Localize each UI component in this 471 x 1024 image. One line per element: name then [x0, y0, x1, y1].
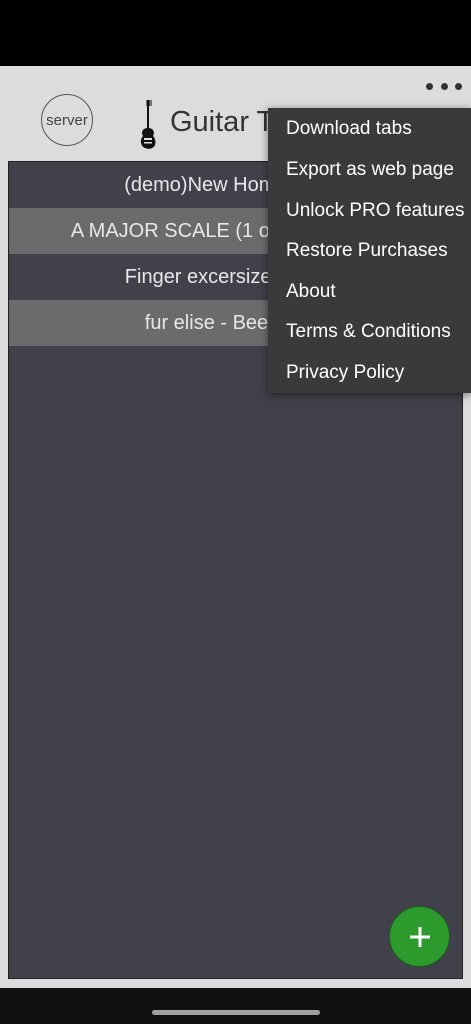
home-indicator[interactable] [152, 1010, 320, 1015]
status-bar [0, 0, 471, 66]
menu-item-privacy-policy[interactable]: Privacy Policy [286, 362, 404, 384]
add-tab-button[interactable] [389, 906, 450, 967]
menu-item-restore-purchases[interactable]: Restore Purchases [286, 240, 448, 262]
menu-item-terms[interactable]: Terms & Conditions [286, 321, 451, 343]
menu-item-unlock-pro[interactable]: Unlock PRO features [286, 200, 464, 222]
server-button-label: server [46, 111, 88, 129]
menu-item-about[interactable]: About [286, 281, 336, 303]
plus-icon [409, 926, 430, 947]
menu-item-download-tabs[interactable]: Download tabs [286, 118, 412, 140]
home-indicator-area [0, 988, 471, 1024]
server-button[interactable]: server [41, 94, 93, 146]
guitar-icon [140, 100, 156, 149]
overflow-menu: Download tabs Export as web page Unlock … [268, 108, 471, 393]
more-options-icon[interactable] [426, 76, 462, 96]
menu-item-export-web-page[interactable]: Export as web page [286, 159, 454, 181]
